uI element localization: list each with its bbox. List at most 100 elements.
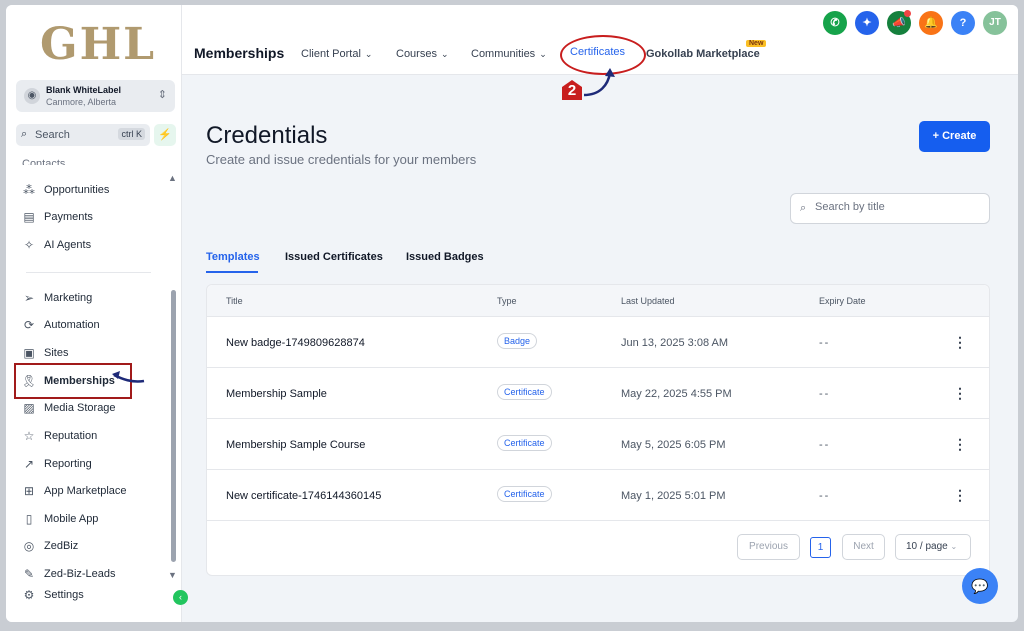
table-row[interactable]: Membership Sample Certificate May 22, 20… (207, 368, 989, 419)
new-badge: New (746, 40, 767, 47)
module-title: Memberships (194, 45, 285, 61)
gear-icon: ⚙ (23, 588, 35, 602)
sidebar-item-label: Automation (44, 319, 100, 331)
row-title[interactable]: Membership Sample Course (226, 439, 365, 451)
table-row[interactable]: Membership Sample Course Certificate May… (207, 419, 989, 470)
tab-gokollab-marketplace[interactable]: Gokollab Marketplace (646, 48, 760, 60)
page-title: Credentials (206, 122, 328, 149)
column-header-type: Type (497, 296, 517, 306)
search-input[interactable] (815, 201, 980, 213)
row-expiry: -- (819, 490, 831, 502)
chevron-updown-icon: ⇕ (157, 89, 167, 101)
tab-issued-certificates[interactable]: Issued Certificates (285, 251, 383, 263)
column-header-expiry-date: Expiry Date (819, 296, 866, 306)
tab-courses[interactable]: Courses ⌄ (396, 48, 449, 60)
row-title[interactable]: New certificate-1746144360145 (226, 490, 381, 502)
tab-client-portal[interactable]: Client Portal ⌄ (301, 48, 372, 60)
annotation-marker-2: 2 (562, 80, 582, 100)
account-location: Canmore, Alberta (46, 97, 117, 107)
page-number-button[interactable]: 1 (810, 537, 831, 558)
sidebar-search-label: Search (35, 129, 70, 141)
row-title[interactable]: Membership Sample (226, 388, 327, 400)
brand-logo[interactable]: GHL (40, 19, 156, 70)
row-expiry: -- (819, 388, 831, 400)
sidebar-item-contacts[interactable]: Contacts (22, 158, 65, 165)
bell-icon[interactable]: 🔔 (919, 11, 943, 35)
quick-action-bolt-icon[interactable]: ⚡ (154, 124, 176, 146)
sidebar-item-marketing[interactable]: ➢ Marketing (18, 287, 168, 309)
sidebar-item-mobile-app[interactable]: ▯ Mobile App (18, 508, 168, 530)
sidebar-item-label: App Marketplace (44, 485, 127, 497)
notification-dot (904, 10, 911, 17)
scroll-down-icon[interactable]: ▼ (168, 570, 177, 580)
tab-issued-badges[interactable]: Issued Badges (406, 251, 484, 263)
wrench-icon: ✎ (23, 567, 35, 581)
sidebar-item-payments[interactable]: ▤ Payments (18, 206, 168, 228)
sidebar-item-label: Media Storage (44, 402, 116, 414)
user-avatar[interactable]: JT (983, 11, 1007, 35)
sidebar-item-app-marketplace[interactable]: ⊞ App Marketplace (18, 480, 168, 502)
sidebar-item-zed-biz-leads[interactable]: ✎ Zed-Biz-Leads (18, 563, 168, 585)
sidebar-item-zedbiz[interactable]: ◎ ZedBiz (18, 535, 168, 557)
sidebar-item-settings[interactable]: ⚙ Settings (18, 584, 168, 606)
sidebar-item-reporting[interactable]: ↗ Reporting (18, 453, 168, 475)
more-options-icon[interactable]: ⋮ (953, 334, 967, 351)
trend-icon: ↗ (23, 457, 35, 471)
account-name: Blank WhiteLabel (46, 85, 122, 95)
magic-icon[interactable]: ✦ (855, 11, 879, 35)
chevron-down-icon: ⌄ (539, 49, 547, 59)
table-header: Title Type Last Updated Expiry Date (207, 285, 989, 317)
sidebar-item-label: Payments (44, 211, 93, 223)
sidebar-item-ai-agents[interactable]: ✧ AI Agents (18, 234, 168, 256)
type-badge: Certificate (497, 486, 552, 502)
row-last-updated: May 22, 2025 4:55 PM (621, 388, 732, 400)
help-icon[interactable]: ? (951, 11, 975, 35)
sidebar-item-reputation[interactable]: ☆ Reputation (18, 425, 168, 447)
type-badge: Badge (497, 333, 538, 349)
mobile-icon: ▯ (25, 512, 33, 526)
chat-support-icon[interactable]: 💬 (962, 568, 998, 604)
phone-icon[interactable]: ✆ (823, 11, 847, 35)
table-row[interactable]: New certificate-1746144360145 Certificat… (207, 470, 989, 521)
opportunities-icon: ⁂ (23, 183, 35, 197)
previous-page-button[interactable]: Previous (737, 534, 800, 560)
image-icon: ▨ (23, 401, 35, 415)
scroll-up-icon[interactable]: ▲ (168, 173, 177, 183)
page-size-select[interactable]: 10 / page ⌄ (895, 534, 971, 560)
table-row[interactable]: New badge-1749809628874 Badge Jun 13, 20… (207, 317, 989, 368)
sidebar-item-opportunities[interactable]: ⁂ Opportunities (18, 179, 168, 201)
search-icon: ⌕ (21, 128, 28, 140)
sidebar-item-label: Reputation (44, 430, 98, 442)
type-badge: Certificate (497, 435, 552, 451)
next-page-button[interactable]: Next (842, 534, 885, 560)
page-subtitle: Create and issue credentials for your me… (206, 152, 477, 167)
more-options-icon[interactable]: ⋮ (953, 436, 967, 453)
row-title[interactable]: New badge-1749809628874 (226, 337, 365, 349)
sidebar: GHL ◉ Blank WhiteLabel Canmore, Alberta … (6, 5, 188, 622)
create-button[interactable]: + Create (919, 121, 990, 152)
row-expiry: -- (819, 439, 831, 451)
column-header-title: Title (226, 296, 243, 306)
chevron-down-icon: ⌄ (950, 542, 958, 551)
row-expiry: -- (819, 337, 831, 349)
more-options-icon[interactable]: ⋮ (953, 385, 967, 402)
grid-icon: ⊞ (23, 484, 35, 498)
tab-templates[interactable]: Templates (206, 251, 260, 263)
chevron-down-icon: ⌄ (440, 49, 449, 59)
credentials-table: Title Type Last Updated Expiry Date New … (206, 284, 990, 576)
sidebar-item-sites[interactable]: ▣ Sites (18, 342, 168, 364)
paper-plane-icon: ➢ (23, 291, 35, 305)
account-switcher[interactable]: ◉ Blank WhiteLabel Canmore, Alberta ⇕ (16, 80, 175, 112)
more-options-icon[interactable]: ⋮ (953, 487, 967, 504)
search-icon: ⌕ (800, 202, 807, 214)
sidebar-scrollbar[interactable] (171, 290, 176, 562)
sidebar-search[interactable]: ⌕ Search ctrl K (16, 124, 150, 146)
search-field[interactable]: ⌕ (790, 193, 990, 224)
zedbiz-icon: ◎ (23, 539, 35, 553)
tab-communities[interactable]: Communities ⌄ (471, 48, 547, 60)
sidebar-item-automation[interactable]: ⟳ Automation (18, 314, 168, 336)
sidebar-item-label: Reporting (44, 458, 92, 470)
chevron-down-icon: ⌄ (364, 49, 373, 59)
sidebar-item-media-storage[interactable]: ▨ Media Storage (18, 397, 168, 419)
row-last-updated: May 5, 2025 6:05 PM (621, 439, 726, 451)
